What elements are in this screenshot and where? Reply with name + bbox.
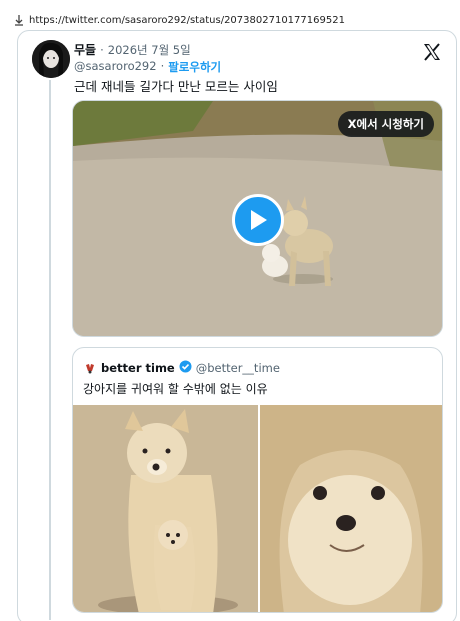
quote-image-right[interactable] (260, 405, 442, 612)
download-icon (14, 14, 24, 26)
quote-handle[interactable]: @better__time (196, 361, 280, 375)
url-text[interactable]: https://twitter.com/sasaroro292/status/2… (29, 15, 345, 26)
quote-avatar[interactable] (83, 361, 97, 375)
tweet-author-row: 무들 · 2026년 7월 5일 (74, 41, 191, 58)
verified-badge-icon (179, 360, 192, 376)
tweet-date[interactable]: 2026년 7월 5일 (108, 42, 191, 58)
author-display-name[interactable]: 무들 (74, 41, 96, 58)
x-logo-icon[interactable] (422, 42, 442, 62)
quoted-tweet[interactable]: better time @better__time 강아지를 귀여워 할 수밖에… (72, 347, 443, 613)
separator: · (160, 59, 165, 73)
play-button[interactable] (232, 194, 284, 246)
quote-text: 강아지를 귀여워 할 수밖에 없는 이유 (83, 382, 268, 396)
tweet-text: 근데 재네들 길가다 만난 모르는 사이임 (74, 79, 278, 94)
quote-author-row: better time @better__time (83, 360, 280, 376)
follow-button[interactable]: 팔로우하기 (168, 59, 221, 75)
handle-row: @sasaroro292 · 팔로우하기 (74, 59, 221, 75)
avatar[interactable] (32, 40, 70, 78)
watch-on-x-button[interactable]: X에서 시청하기 (337, 111, 434, 137)
quote-image-left[interactable] (73, 405, 258, 612)
thread-line (49, 80, 51, 620)
url-bar[interactable]: https://twitter.com/sasaroro292/status/2… (14, 13, 345, 27)
separator: · (100, 43, 104, 57)
author-handle[interactable]: @sasaroro292 (74, 59, 157, 75)
play-icon (251, 210, 267, 230)
quote-display-name[interactable]: better time (101, 361, 175, 375)
video-thumbnail[interactable]: X에서 시청하기 (72, 100, 443, 337)
